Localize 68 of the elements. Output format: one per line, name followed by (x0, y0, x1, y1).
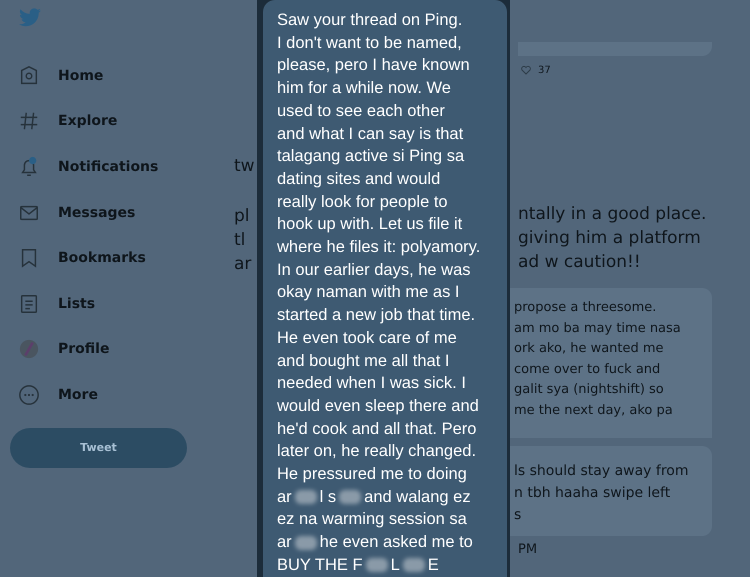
list-icon[interactable] (18, 292, 40, 315)
blur-redaction (294, 490, 317, 504)
message-text: ar (277, 486, 292, 508)
card-text: me the next day, ako pa (514, 402, 674, 420)
message-text: later on, he really changed. (277, 441, 476, 462)
message-text: talagang active si Ping sa (277, 146, 464, 168)
more-icon[interactable] (18, 384, 40, 406)
nav-item[interactable]: Home (58, 68, 104, 84)
tweet-text: ntally in a good place. (518, 203, 708, 226)
nav-item[interactable]: Messages (58, 204, 136, 221)
heart-icon[interactable] (520, 64, 532, 76)
message-text: I don't want to be named, (277, 32, 462, 54)
card-text: ork ako, he wanted me (514, 340, 665, 358)
message-text: E (428, 554, 439, 576)
message-text: He pressured me to doing (277, 464, 467, 486)
text-fragment: ar (234, 254, 252, 274)
message-text: dating sites and would (277, 168, 440, 190)
card-text: come over to fuck and (514, 360, 662, 378)
message-text: really look for people to (277, 192, 448, 213)
card-text: s (514, 506, 522, 525)
message-text: BUY THE F (277, 554, 363, 576)
tweet-text: ad w caution!! (518, 251, 642, 274)
hashtag-icon[interactable] (18, 110, 40, 132)
message-text: used to see each other (277, 100, 445, 122)
message-text: and what I can say is that (277, 124, 464, 145)
message-text: hook up with. Let us file it (277, 214, 462, 236)
text-fragment: tl (234, 230, 246, 250)
nav-item[interactable]: Lists (58, 296, 96, 312)
message-text: and bought me all that I (277, 350, 450, 372)
message-text: and walang ez (364, 486, 471, 508)
blur-redaction (402, 558, 425, 572)
timestamp: PM (518, 542, 538, 557)
blur-redaction (339, 490, 362, 504)
like-count: 37 (538, 64, 551, 76)
message-text: started a new job that time. (277, 305, 476, 326)
nav-item[interactable]: Bookmarks (58, 250, 146, 266)
message-text: would even sleep there and (277, 396, 479, 417)
card-text: galit sya (nightshift) so (514, 381, 665, 399)
card-text: ls should stay away from (514, 462, 690, 481)
message-text: okay naman with me as I (277, 282, 460, 304)
text-fragment: tw (234, 156, 255, 176)
nav-item[interactable]: Profile (58, 341, 110, 358)
message-text: where he files it: polyamory. (277, 237, 480, 258)
message-text: In our earlier days, he was (277, 260, 471, 281)
nav-item[interactable]: More (58, 386, 98, 403)
nav-item[interactable]: Notifications (58, 158, 158, 175)
message-text: L (390, 554, 400, 576)
message-text: him for a while now. We (277, 78, 451, 100)
card-text: propose a threesome. (514, 299, 658, 317)
avatar-icon[interactable] (18, 338, 40, 360)
blur-redaction (366, 558, 388, 572)
blur-redaction (294, 536, 317, 550)
tweet-text: giving him a platform (518, 227, 702, 250)
message-text: needed when I was sick. I (277, 373, 466, 394)
message-text: l s (320, 486, 336, 508)
home-icon[interactable] (18, 64, 40, 87)
text-fragment: pl (234, 206, 250, 226)
card-text: am mo ba may time nasa (514, 320, 682, 338)
message-text: he'd cook and all that. Pero (277, 418, 476, 440)
tweet-button[interactable]: Tweet (10, 428, 187, 468)
message-text: ez na warming session sa (277, 509, 467, 530)
message-text: please, pero I have known (277, 55, 470, 76)
message-text: He even took care of me (277, 328, 457, 349)
message-text: he even asked me to (320, 532, 473, 554)
nav-item[interactable]: Explore (58, 113, 118, 130)
message-text: Saw your thread on Ping. (277, 10, 462, 31)
card-text: n tbh haaha swipe left (514, 484, 672, 503)
message-text: ar (277, 532, 292, 554)
